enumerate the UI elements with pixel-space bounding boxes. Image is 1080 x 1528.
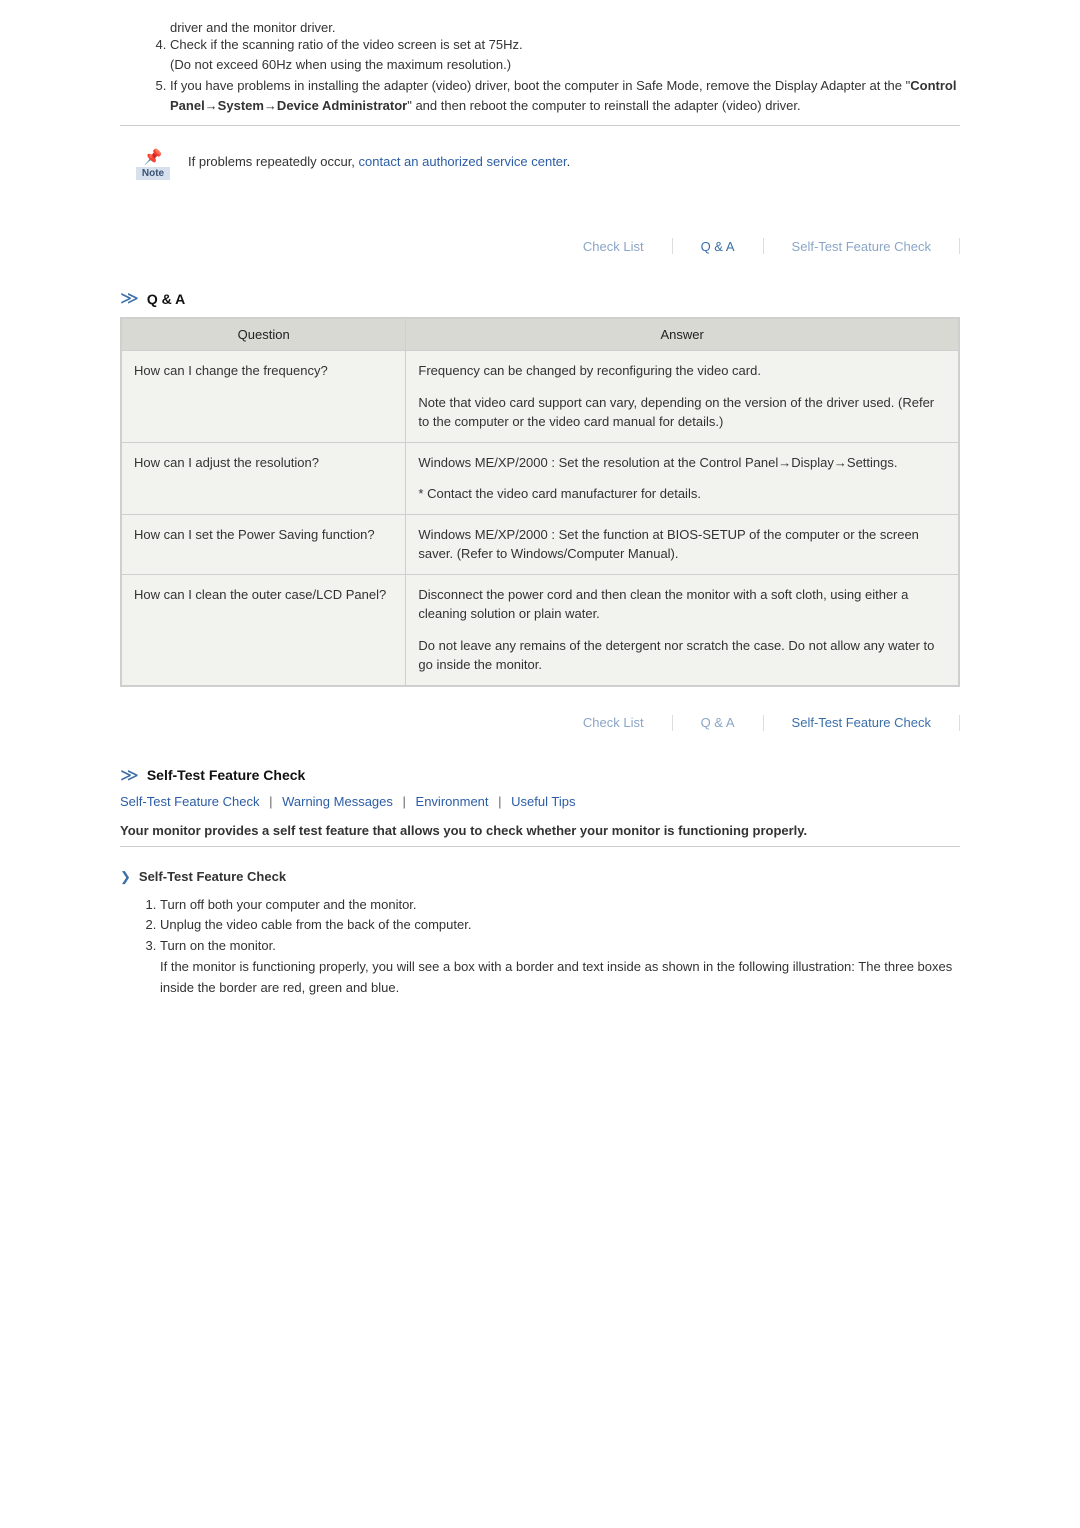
th-answer: Answer: [406, 318, 959, 351]
qa-q3: How can I set the Power Saving function?: [121, 514, 406, 574]
intro-item-5-pre: If you have problems in installing the a…: [170, 78, 910, 93]
note-icon: 📌 Note: [136, 148, 170, 180]
chevron-icon: ≫: [120, 765, 137, 786]
selftest-section-header: ≫ Self-Test Feature Check: [120, 765, 960, 786]
selftest-sublinks: Self-Test Feature Check | Warning Messag…: [120, 794, 960, 809]
step-2: Unplug the video cable from the back of …: [160, 917, 471, 932]
divider: [120, 846, 960, 847]
qa-a2-p2: * Contact the video card manufacturer fo…: [418, 484, 946, 504]
nav-divider-icon: [672, 238, 673, 254]
selftest-subheader: ❯ Self-Test Feature Check: [120, 869, 960, 885]
step-1: Turn off both your computer and the moni…: [160, 897, 417, 912]
list-item: Turn off both your computer and the moni…: [160, 895, 960, 916]
note-text-pre: If problems repeatedly occur,: [188, 154, 359, 169]
nav-divider-icon: [672, 715, 673, 731]
divider: [120, 125, 960, 126]
qa-section-header: ≫ Q & A: [120, 288, 960, 309]
qa-a4-p1: Disconnect the power cord and then clean…: [418, 587, 908, 622]
note-link[interactable]: contact an authorized service center: [359, 154, 567, 169]
note-block: 📌 Note If problems repeatedly occur, con…: [136, 148, 960, 180]
selftest-steps: Turn off both your computer and the moni…: [140, 895, 960, 999]
qa-q2: How can I adjust the resolution?: [121, 442, 406, 514]
step-3a: Turn on the monitor.: [160, 938, 276, 953]
selftest-section-title: Self-Test Feature Check: [147, 767, 305, 783]
nav-divider-icon: [959, 715, 960, 731]
intro-item-4: Check if the scanning ratio of the video…: [170, 35, 960, 74]
selftest-subheader-title: Self-Test Feature Check: [139, 869, 286, 884]
nav-check-list[interactable]: Check List: [583, 715, 644, 730]
qa-a2: Windows ME/XP/2000 : Set the resolution …: [406, 442, 959, 514]
list-item: Turn on the monitor. If the monitor is f…: [160, 936, 960, 998]
nav-tabs-1: Check List Q & A Self-Test Feature Check: [120, 210, 960, 262]
small-chevron-icon: ❯: [120, 869, 131, 885]
th-question: Question: [121, 318, 406, 351]
note-label: Note: [136, 167, 170, 180]
nav-check-list[interactable]: Check List: [583, 239, 644, 254]
link-self-test[interactable]: Self-Test Feature Check: [120, 794, 259, 809]
nav-qa[interactable]: Q & A: [701, 715, 735, 730]
intro-item-4-line1: Check if the scanning ratio of the video…: [170, 37, 523, 52]
intro-list-block: driver and the monitor driver. Check if …: [150, 20, 960, 115]
list-item: Unplug the video cable from the back of …: [160, 915, 960, 936]
selftest-intro-bold: Your monitor provides a self test featur…: [120, 823, 960, 838]
qa-table: Question Answer How can I change the fre…: [120, 317, 960, 687]
chevron-icon: ≫: [120, 288, 137, 309]
qa-q1: How can I change the frequency?: [121, 351, 406, 443]
link-warning-messages[interactable]: Warning Messages: [282, 794, 393, 809]
qa-section-title: Q & A: [147, 291, 185, 307]
nav-divider-icon: [959, 238, 960, 254]
qa-a4: Disconnect the power cord and then clean…: [406, 574, 959, 686]
step-3b: If the monitor is functioning properly, …: [160, 959, 952, 995]
link-environment[interactable]: Environment: [416, 794, 489, 809]
nav-tabs-2: Check List Q & A Self-Test Feature Check: [120, 687, 960, 739]
qa-a1-p1: Frequency can be changed by reconfigurin…: [418, 363, 761, 378]
qa-a4-p2: Do not leave any remains of the detergen…: [418, 636, 946, 675]
qa-a2-p1: Windows ME/XP/2000 : Set the resolution …: [418, 455, 897, 470]
note-text-post: .: [567, 154, 571, 169]
table-row: How can I adjust the resolution? Windows…: [121, 442, 959, 514]
sublink-sep: |: [498, 794, 501, 809]
link-useful-tips[interactable]: Useful Tips: [511, 794, 575, 809]
table-row: How can I set the Power Saving function?…: [121, 514, 959, 574]
table-row: How can I clean the outer case/LCD Panel…: [121, 574, 959, 686]
nav-divider-icon: [763, 238, 764, 254]
intro-ordered-list: Check if the scanning ratio of the video…: [150, 35, 960, 115]
qa-a3: Windows ME/XP/2000 : Set the function at…: [406, 514, 959, 574]
nav-qa[interactable]: Q & A: [701, 239, 735, 254]
intro-item-5-post: " and then reboot the computer to reinst…: [407, 98, 800, 113]
note-text: If problems repeatedly occur, contact an…: [188, 148, 570, 169]
continued-item-text: driver and the monitor driver.: [170, 20, 960, 35]
qa-a3-p1: Windows ME/XP/2000 : Set the function at…: [418, 527, 919, 562]
intro-item-5: If you have problems in installing the a…: [170, 76, 960, 115]
nav-divider-icon: [763, 715, 764, 731]
table-row: How can I change the frequency? Frequenc…: [121, 351, 959, 443]
nav-self-test[interactable]: Self-Test Feature Check: [792, 239, 931, 254]
qa-a1-p2: Note that video card support can vary, d…: [418, 393, 946, 432]
table-header-row: Question Answer: [121, 318, 959, 351]
pushpin-icon: 📌: [136, 148, 170, 166]
nav-self-test[interactable]: Self-Test Feature Check: [792, 715, 931, 730]
intro-item-4-line2: (Do not exceed 60Hz when using the maxim…: [170, 57, 511, 72]
qa-a1: Frequency can be changed by reconfigurin…: [406, 351, 959, 443]
qa-q4: How can I clean the outer case/LCD Panel…: [121, 574, 406, 686]
sublink-sep: |: [269, 794, 272, 809]
sublink-sep: |: [403, 794, 406, 809]
